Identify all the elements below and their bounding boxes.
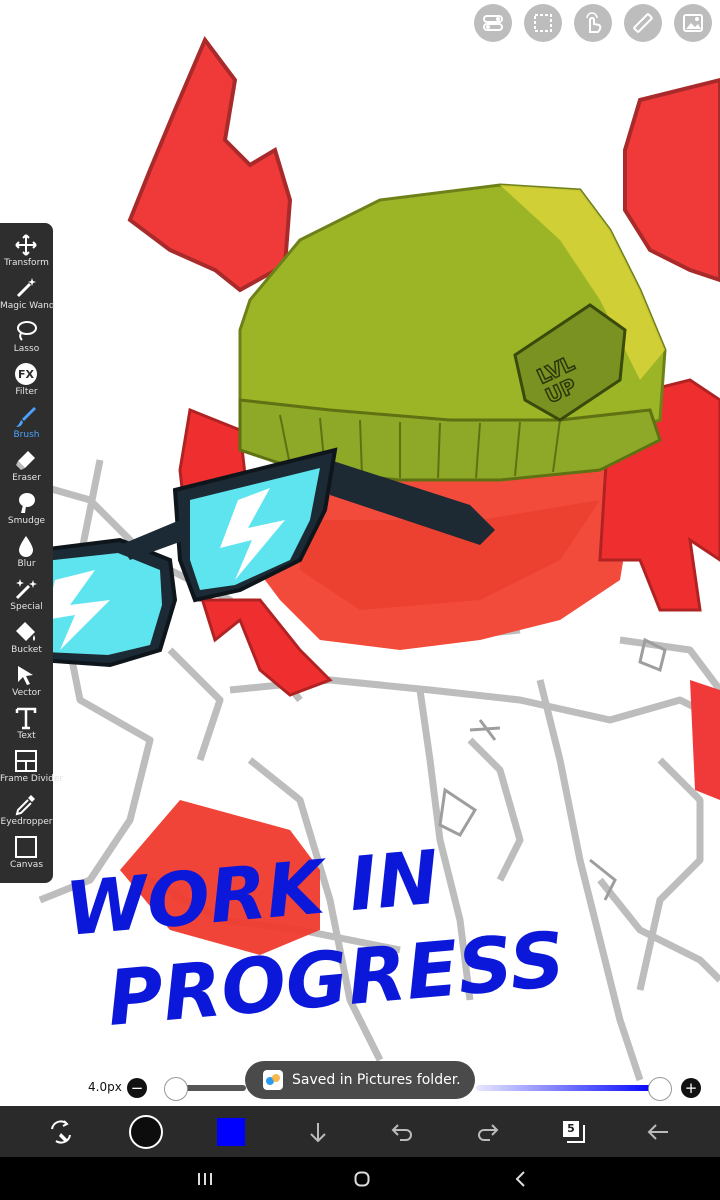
bucket-icon bbox=[16, 622, 35, 641]
toggle-button[interactable] bbox=[474, 4, 512, 42]
gallery-button[interactable] bbox=[674, 4, 712, 42]
brush-size-label: 4.0px bbox=[88, 1080, 122, 1094]
tool-label: Bucket bbox=[11, 645, 42, 655]
back-button[interactable] bbox=[640, 1106, 676, 1157]
blur-icon bbox=[19, 536, 33, 557]
text-icon bbox=[15, 707, 37, 730]
eraser-icon bbox=[16, 451, 35, 470]
magic-wand-icon bbox=[16, 278, 36, 298]
home-icon bbox=[354, 1171, 370, 1187]
system-back-button[interactable] bbox=[505, 1167, 535, 1191]
filter-icon: FX bbox=[15, 363, 37, 385]
minus-icon: − bbox=[130, 1079, 144, 1097]
tool-label: Lasso bbox=[13, 344, 40, 354]
transform-icon bbox=[15, 234, 37, 256]
tool-lasso[interactable]: Lasso bbox=[0, 317, 53, 360]
tool-label: Brush bbox=[13, 430, 40, 440]
tool-frame-divider[interactable]: Frame Divider bbox=[0, 747, 64, 790]
tool-label: Vector bbox=[12, 688, 41, 698]
recent-apps-icon bbox=[198, 1173, 212, 1185]
recent-apps-button[interactable] bbox=[190, 1167, 220, 1191]
redo-button[interactable] bbox=[470, 1106, 506, 1157]
canvas-icon bbox=[15, 836, 37, 858]
color-button[interactable] bbox=[213, 1106, 249, 1157]
layers-count: 5 bbox=[563, 1120, 579, 1137]
tool-label: Blur bbox=[17, 559, 36, 569]
undo-button[interactable] bbox=[384, 1106, 420, 1157]
tool-label: Transform bbox=[4, 258, 49, 268]
smudge-icon bbox=[19, 493, 35, 513]
opacity-slider[interactable] bbox=[476, 1085, 656, 1091]
tool-label: Text bbox=[17, 731, 36, 741]
tool-canvas[interactable]: Canvas bbox=[0, 833, 53, 876]
opacity-thumb[interactable] bbox=[648, 1077, 672, 1101]
download-button[interactable] bbox=[300, 1106, 336, 1157]
system-nav-bar bbox=[0, 1157, 720, 1200]
brush-icon bbox=[16, 407, 36, 427]
selection-icon bbox=[534, 14, 552, 32]
tool-label: Eraser bbox=[12, 473, 41, 483]
plus-icon: + bbox=[684, 1079, 698, 1097]
quick-swap-button[interactable] bbox=[38, 1106, 84, 1157]
tool-eyedropper[interactable]: Eyedropper bbox=[0, 790, 53, 833]
system-back-icon bbox=[515, 1171, 525, 1187]
gesture-icon bbox=[586, 12, 602, 33]
frame-divider-icon bbox=[15, 750, 37, 772]
tool-label: Eyedropper bbox=[0, 817, 53, 827]
tool-special[interactable]: Special bbox=[0, 575, 53, 618]
tool-smudge[interactable]: Smudge bbox=[0, 489, 53, 532]
tool-label: Frame Divider bbox=[0, 774, 64, 784]
arrow-down-icon bbox=[310, 1122, 326, 1142]
bottom-toolbar: 5 bbox=[0, 1106, 720, 1157]
ruler-icon bbox=[633, 13, 653, 33]
special-icon bbox=[15, 579, 37, 600]
tool-panel: Transform Magic Wand Lasso FX Filter Bru… bbox=[0, 223, 64, 883]
redo-icon bbox=[478, 1123, 499, 1141]
tool-brush[interactable]: Brush bbox=[0, 403, 53, 446]
undo-icon bbox=[391, 1123, 412, 1141]
tool-label: Special bbox=[10, 602, 43, 612]
gallery-icon bbox=[683, 14, 703, 32]
gesture-button[interactable] bbox=[574, 4, 612, 42]
tool-blur[interactable]: Blur bbox=[0, 532, 53, 575]
ibispaint-logo-icon bbox=[263, 1070, 283, 1090]
drawing-canvas[interactable]: LVL UP WORK IN PROGRESS bbox=[0, 0, 720, 1105]
brush-color-button[interactable] bbox=[128, 1106, 164, 1157]
brush-size-thumb[interactable] bbox=[164, 1077, 188, 1101]
secondary-color-swatch bbox=[217, 1117, 245, 1146]
tool-label: Smudge bbox=[7, 516, 46, 526]
toast-text: Saved in Pictures folder. bbox=[292, 1072, 461, 1088]
toggle-icon bbox=[483, 15, 503, 31]
layers-icon: 5 bbox=[563, 1120, 585, 1143]
primary-color-swatch bbox=[129, 1114, 163, 1149]
svg-text:FX: FX bbox=[18, 368, 35, 381]
tool-vector[interactable]: Vector bbox=[0, 661, 53, 704]
home-button[interactable] bbox=[347, 1167, 377, 1191]
lasso-icon bbox=[17, 321, 37, 341]
eyedropper-icon bbox=[15, 795, 35, 816]
saved-toast: Saved in Pictures folder. bbox=[245, 1061, 475, 1099]
tool-eraser[interactable]: Eraser bbox=[0, 446, 53, 489]
selection-button[interactable] bbox=[524, 4, 562, 42]
ruler-button[interactable] bbox=[624, 4, 662, 42]
tool-bucket[interactable]: Bucket bbox=[0, 618, 53, 661]
vector-icon bbox=[18, 666, 33, 685]
arrow-left-icon bbox=[647, 1123, 668, 1140]
tool-label: Canvas bbox=[9, 860, 44, 870]
tool-transform[interactable]: Transform bbox=[0, 231, 53, 274]
size-decrease-button[interactable]: − bbox=[127, 1078, 147, 1098]
tool-text[interactable]: Text bbox=[0, 704, 53, 747]
layers-button[interactable]: 5 bbox=[556, 1106, 592, 1157]
tool-magic-wand[interactable]: Magic Wand bbox=[0, 274, 55, 317]
tool-filter[interactable]: FX Filter bbox=[0, 360, 53, 403]
tool-label: Filter bbox=[15, 387, 38, 397]
tool-label: Magic Wand bbox=[0, 301, 55, 311]
swap-tools-icon bbox=[51, 1119, 71, 1144]
size-increase-button[interactable]: + bbox=[681, 1078, 701, 1098]
